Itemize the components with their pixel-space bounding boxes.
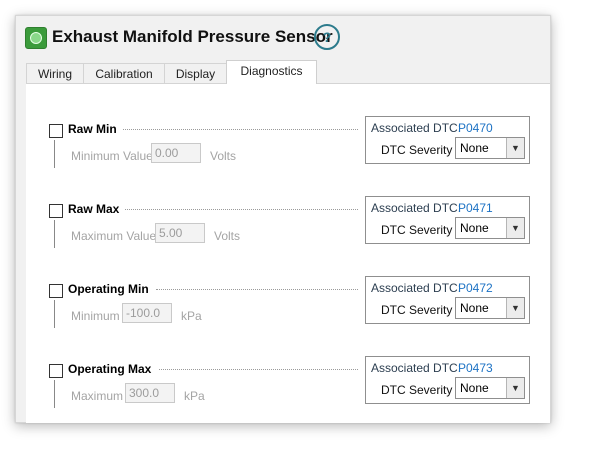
divider: [54, 140, 55, 168]
group-operating-max: Operating Max Maximum 300.0 kPa Associat…: [26, 356, 550, 426]
raw-min-title: Raw Min: [68, 122, 117, 136]
associated-dtc-label: Associated DTC:: [371, 361, 462, 375]
dtc-code-link[interactable]: P0470: [458, 121, 493, 135]
tab-display[interactable]: Display: [164, 63, 227, 83]
divider: [54, 300, 55, 328]
unit-label: Volts: [210, 149, 237, 163]
unit-label: Volts: [214, 229, 241, 243]
dtc-severity-label: DTC Severity: [381, 143, 453, 157]
minimum-value-input[interactable]: 0.00: [151, 143, 201, 163]
chevron-down-icon[interactable]: ▼: [506, 138, 524, 158]
dtc-severity-label: DTC Severity: [381, 383, 453, 397]
dtc-box: Associated DTC: P0471 DTC Severity None …: [365, 196, 530, 244]
dtc-severity-select[interactable]: None ▼: [455, 217, 525, 239]
associated-dtc-label: Associated DTC:: [371, 121, 462, 135]
maximum-label: Maximum: [71, 389, 124, 403]
dtc-severity-value: None: [460, 381, 489, 395]
chevron-down-icon[interactable]: ▼: [506, 298, 524, 318]
operating-max-checkbox[interactable]: [49, 364, 63, 378]
dtc-severity-select[interactable]: None ▼: [455, 137, 525, 159]
minimum-value-label: Minimum Value: [71, 149, 153, 163]
maximum-value-label: Maximum Value: [71, 229, 157, 243]
raw-max-checkbox[interactable]: [49, 204, 63, 218]
sensor-status-icon: [25, 27, 47, 49]
operating-min-checkbox[interactable]: [49, 284, 63, 298]
chevron-down-icon[interactable]: ▼: [506, 378, 524, 398]
dtc-box: Associated DTC: P0472 DTC Severity None …: [365, 276, 530, 324]
dtc-code-link[interactable]: P0473: [458, 361, 493, 375]
dtc-severity-select[interactable]: None ▼: [455, 377, 525, 399]
dtc-severity-value: None: [460, 301, 489, 315]
group-operating-min: Operating Min Minimum -100.0 kPa Associa…: [26, 276, 550, 346]
divider: [159, 369, 358, 370]
unit-label: kPa: [181, 309, 202, 323]
diagnostics-panel: Raw Min Minimum Value 0.00 Volts Associa…: [26, 83, 550, 423]
tab-calibration[interactable]: Calibration: [83, 63, 165, 83]
dtc-code-link[interactable]: P0472: [458, 281, 493, 295]
chevron-down-icon[interactable]: ▼: [506, 218, 524, 238]
maximum-input[interactable]: 300.0: [125, 383, 175, 403]
help-icon[interactable]: ?: [314, 24, 340, 50]
dtc-severity-label: DTC Severity: [381, 303, 453, 317]
divider: [125, 209, 358, 210]
group-raw-max: Raw Max Maximum Value 5.00 Volts Associa…: [26, 196, 550, 266]
divider: [156, 289, 358, 290]
maximum-value-input[interactable]: 5.00: [155, 223, 205, 243]
divider: [54, 380, 55, 408]
minimum-input[interactable]: -100.0: [122, 303, 172, 323]
tab-diagnostics[interactable]: Diagnostics: [226, 60, 317, 84]
dtc-code-link[interactable]: P0471: [458, 201, 493, 215]
associated-dtc-label: Associated DTC:: [371, 281, 462, 295]
raw-min-checkbox[interactable]: [49, 124, 63, 138]
divider: [54, 220, 55, 248]
dtc-severity-label: DTC Severity: [381, 223, 453, 237]
associated-dtc-label: Associated DTC:: [371, 201, 462, 215]
tab-wiring[interactable]: Wiring: [26, 63, 84, 83]
group-raw-min: Raw Min Minimum Value 0.00 Volts Associa…: [26, 116, 550, 186]
divider: [123, 129, 358, 130]
dtc-severity-value: None: [460, 141, 489, 155]
raw-max-title: Raw Max: [68, 202, 120, 216]
unit-label: kPa: [184, 389, 205, 403]
minimum-label: Minimum: [71, 309, 120, 323]
dtc-severity-value: None: [460, 221, 489, 235]
dtc-severity-select[interactable]: None ▼: [455, 297, 525, 319]
sensor-window: Exhaust Manifold Pressure Sensor ? Wirin…: [15, 15, 551, 423]
dtc-box: Associated DTC: P0473 DTC Severity None …: [365, 356, 530, 404]
operating-max-title: Operating Max: [68, 362, 152, 376]
operating-min-title: Operating Min: [68, 282, 149, 296]
dtc-box: Associated DTC: P0470 DTC Severity None …: [365, 116, 530, 164]
window-title: Exhaust Manifold Pressure Sensor: [52, 27, 333, 46]
